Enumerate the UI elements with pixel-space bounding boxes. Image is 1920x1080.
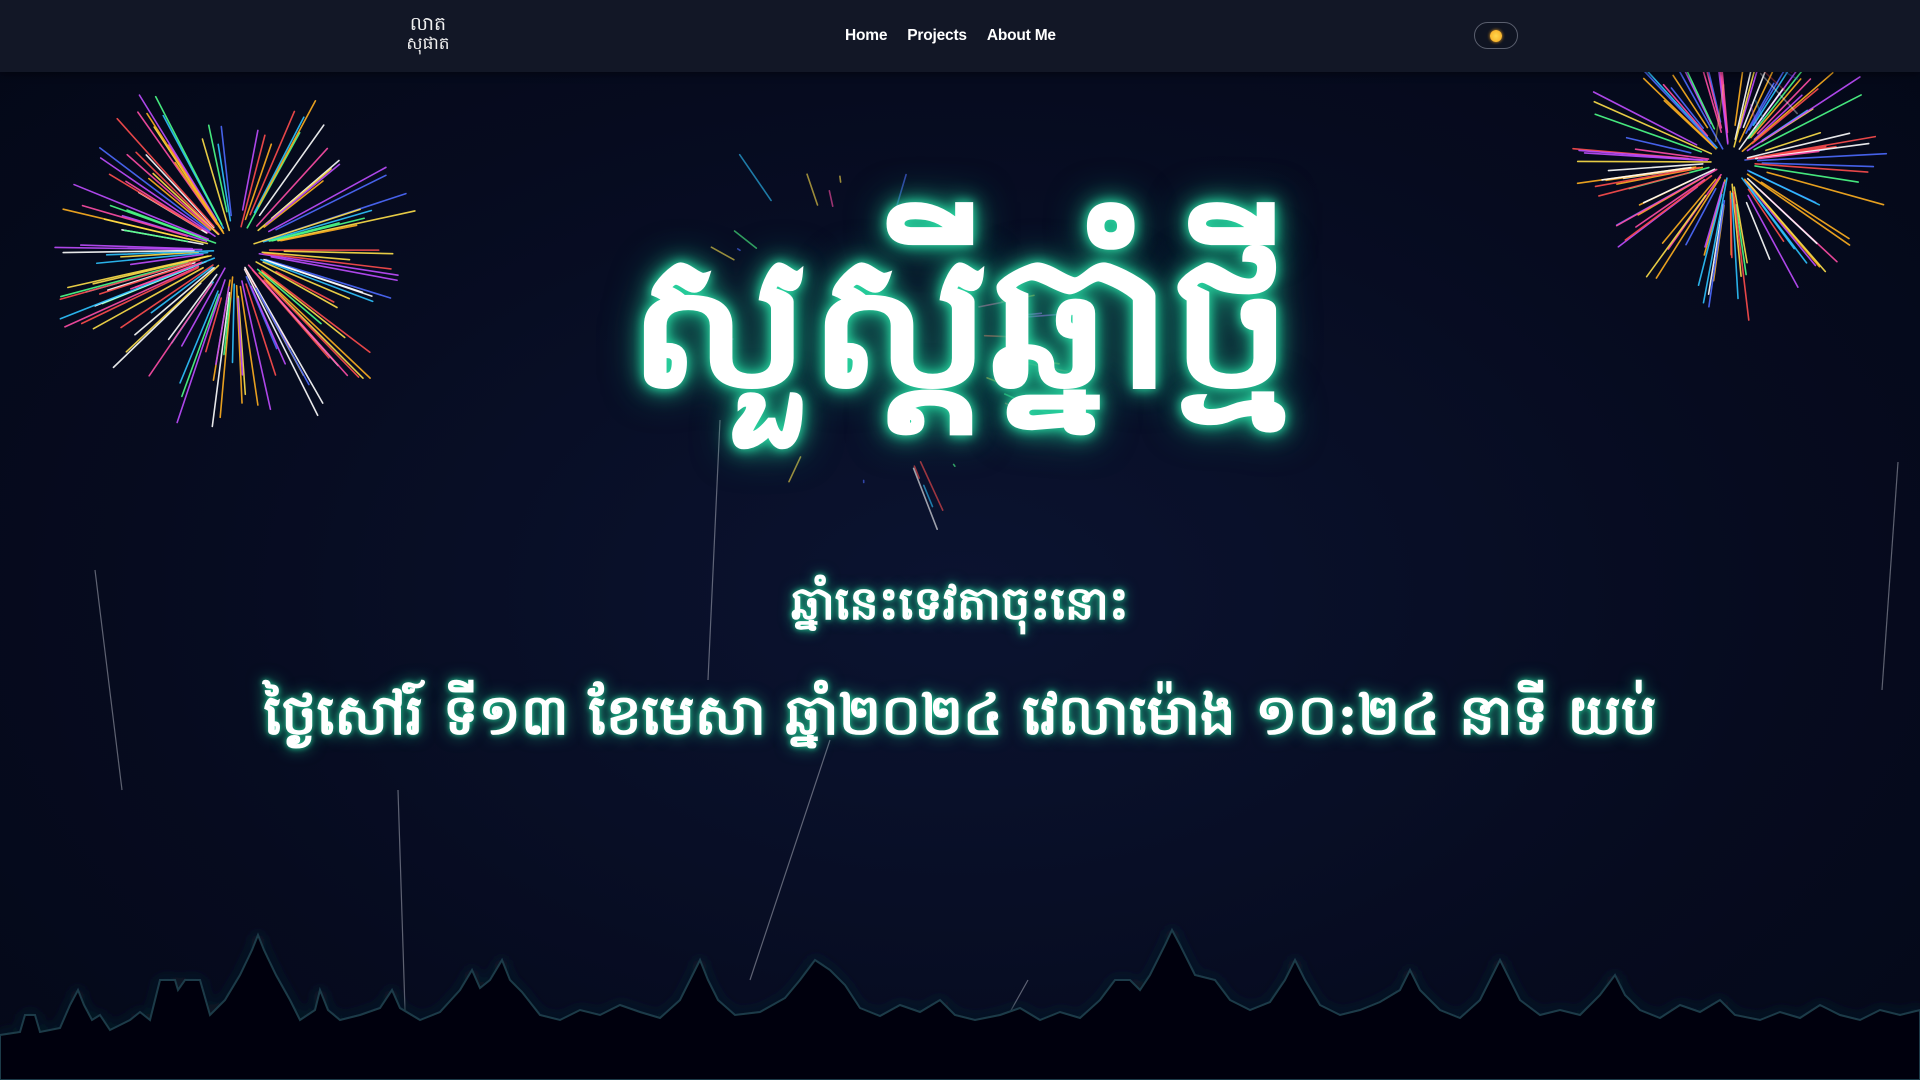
firework-spark [1714,84,1725,143]
logo-line-2: សុផាត [406,34,450,54]
firework-spark [952,463,956,467]
sun-icon [1490,29,1502,42]
theme-toggle-button[interactable] [1474,22,1518,49]
nav-projects-link[interactable]: Projects [907,27,967,45]
hero-date-line: ថ្ងៃសៅរ៍ ទី១៣ ខែមេសា ឆ្នាំ២០២៤ វេលាម៉ោង … [263,682,1657,748]
hero-subtitle: ឆ្នាំនេះទេវតាចុះនោះ [790,576,1130,630]
navbar: លាត សុផាត Home Projects About Me [0,0,1920,72]
fireworks-background [54,0,1899,1031]
nav-home-link[interactable]: Home [845,27,887,45]
firework-spark [912,467,938,530]
logo-line-1: លាត [409,13,447,35]
nav-about-link[interactable]: About Me [987,27,1056,45]
site-logo[interactable]: លាត សុផាត [402,14,454,54]
temple-skyline-silhouette [0,927,1920,1080]
page: លាត សុផាត Home Projects About Me សួស្តីឆ… [0,0,1920,1080]
firework-spark [788,456,802,483]
hero-title: សួស្តីឆ្នាំថ្មី [628,208,1292,431]
nav-links: Home Projects About Me [845,0,1056,72]
